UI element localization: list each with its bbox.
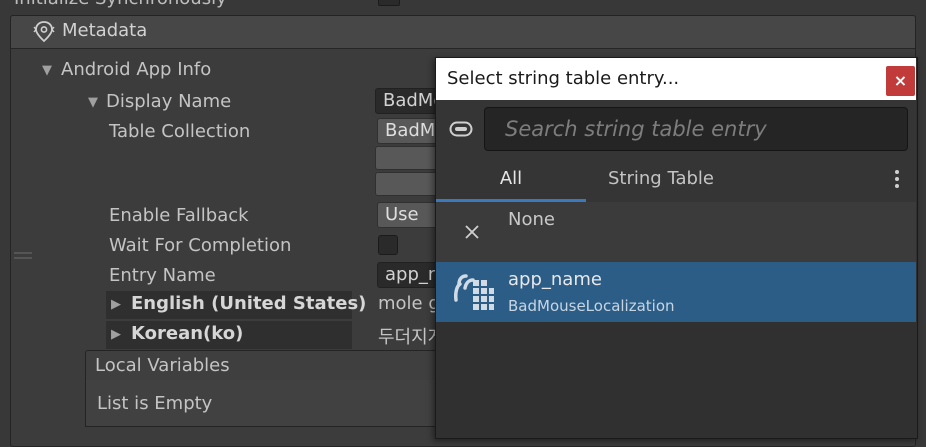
english-locale-value: mole game — [378, 293, 438, 314]
enable-fallback-label: Enable Fallback — [109, 205, 249, 226]
metadata-icon — [33, 21, 55, 43]
english-locale-label: English (United States) — [131, 293, 367, 314]
search-filter-icon[interactable] — [449, 120, 473, 138]
korean-locale-label: Korean(ko) — [131, 323, 244, 344]
metadata-title: Metadata — [62, 20, 148, 41]
korean-fold-icon[interactable]: ▶ — [111, 327, 121, 342]
tab-string-table[interactable]: String Table — [586, 158, 736, 200]
list-empty-text: List is Empty — [97, 393, 213, 414]
drag-handle[interactable] — [14, 252, 32, 254]
entry-table-label: BadMouseLocalization — [508, 297, 675, 315]
wait-for-completion-checkbox[interactable] — [378, 235, 398, 255]
android-app-info-fold-icon[interactable]: ▼ — [42, 63, 52, 78]
initialize-synchronously-label: Initialize Synchronously — [14, 0, 227, 9]
table-collection-label: Table Collection — [109, 121, 251, 142]
drag-handle-line — [14, 257, 32, 259]
wait-for-completion-label: Wait For Completion — [109, 235, 292, 256]
close-button[interactable]: × — [886, 66, 915, 96]
string-table-entry-icon — [454, 274, 494, 310]
android-app-info-label[interactable]: Android App Info — [61, 59, 211, 80]
entry-name-label: Entry Name — [109, 265, 216, 286]
display-name-fold-icon[interactable]: ▼ — [88, 95, 98, 110]
initialize-synchronously-checkbox[interactable] — [378, 0, 400, 6]
none-label: None — [508, 209, 555, 230]
popup-title: Select string table entry... — [447, 68, 680, 89]
search-input[interactable]: Search string table entry — [484, 107, 908, 151]
english-fold-icon[interactable]: ▶ — [111, 297, 121, 312]
display-name-label: Display Name — [106, 91, 232, 112]
entry-key-label: app_name — [508, 269, 602, 290]
local-variables-label: Local Variables — [95, 355, 230, 376]
korean-locale-value: 두더지게임 — [378, 327, 436, 348]
tab-all[interactable]: All — [436, 158, 586, 200]
none-x-icon — [465, 225, 479, 239]
more-options-icon[interactable] — [888, 166, 906, 192]
